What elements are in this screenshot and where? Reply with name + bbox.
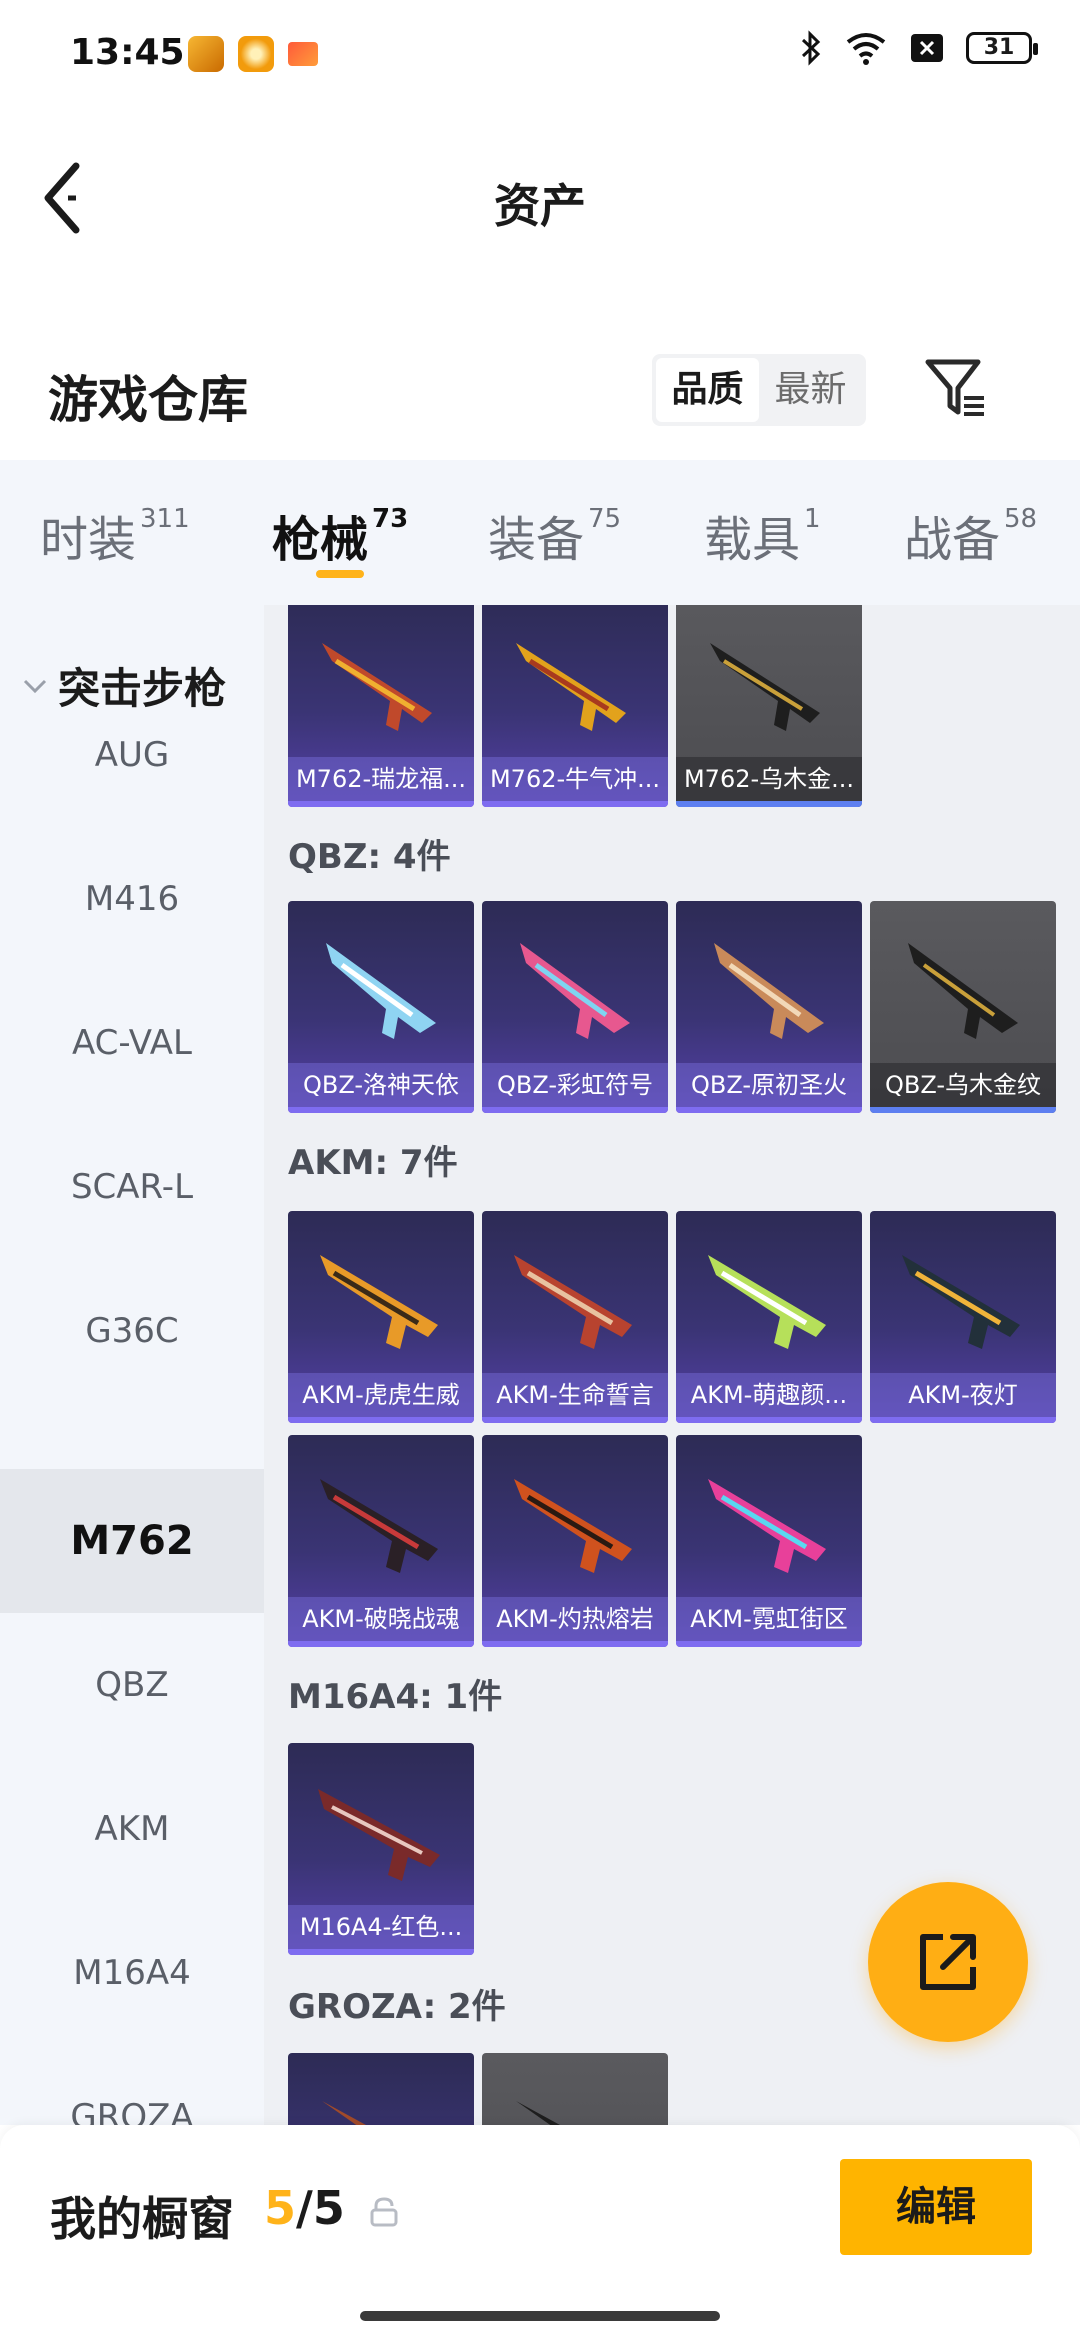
card-quality-bar [870,1417,1056,1423]
weapon-card[interactable]: M762-牛气冲... [482,605,668,807]
card-quality-bar [482,1641,668,1647]
weapon-card[interactable]: QBZ-乌木金纹 [870,901,1056,1113]
external-link-icon [920,1934,976,1990]
rifle-skin-icon [516,643,626,731]
card-quality-bar [482,1107,668,1113]
card-quality-bar [676,1417,862,1423]
section-label-akm: AKM: 7件 [288,1143,458,1183]
sidebar-item-g36c[interactable]: G36C [0,1259,264,1403]
weapon-card[interactable]: AKM-破晓战魂 [288,1435,474,1647]
weapon-card[interactable]: AKM-夜灯 [870,1211,1056,1423]
card-quality-bar [288,1641,474,1647]
tab-vehicles[interactable]: 载具 1 [704,500,821,570]
battery-indicator: 31 [966,32,1038,64]
rifle-skin-icon [714,943,824,1039]
home-indicator[interactable] [360,2311,720,2321]
showcase-label: 我的橱窗 [50,2192,234,2246]
section-label-qbz: QBZ: 4件 [288,837,451,877]
card-quality-bar [676,1641,862,1647]
card-quality-bar [288,1949,474,1955]
weapon-card[interactable] [482,2053,668,2125]
rifle-skin-icon [320,1479,438,1573]
wifi-icon [846,33,886,65]
rifle-skin-icon [318,1789,440,1881]
rifle-skin-icon [322,2101,366,2125]
weapon-card[interactable]: M762-瑞龙福... [288,605,474,807]
sim-off-icon [911,34,943,62]
weapon-card[interactable]: AKM-萌趣颜... [676,1211,862,1423]
rifle-skin-icon [514,1479,632,1573]
sidebar-item-scar-l[interactable]: SCAR-L [0,1115,264,1259]
rifle-skin-icon [514,1255,632,1349]
weapon-card[interactable]: AKM-霓虹街区 [676,1435,862,1647]
card-quality-bar [288,1417,474,1423]
lock-icon [370,2197,398,2227]
rifle-skin-icon [326,943,436,1039]
sidebar-item-aug[interactable]: AUG [0,683,264,827]
weapon-sidebar: 突击步枪 AUG M416 AC-VAL SCAR-L G36C M762 QB… [0,605,264,2125]
rifle-skin-icon [708,1479,826,1573]
sidebar-item-akm[interactable]: AKM [0,1757,264,1901]
share-button[interactable] [868,1882,1028,2042]
status-time: 13:45 [70,32,185,73]
tab-costume[interactable]: 时装 311 [40,500,190,570]
rifle-skin-icon [708,1255,826,1349]
sort-latest-button[interactable]: 最新 [759,358,862,422]
tab-firearms[interactable]: 枪械 73 [272,500,408,570]
filter-icon[interactable] [922,354,992,426]
section-label-groza: GROZA: 2件 [288,1987,506,2027]
active-tab-indicator [316,570,364,578]
rifle-skin-icon [908,943,1018,1039]
bluetooth-icon [801,30,821,66]
rifle-skin-icon [320,1255,438,1349]
warehouse-bar: 游戏仓库 品质 最新 [0,340,1080,460]
weapon-card[interactable]: AKM-虎虎生威 [288,1211,474,1423]
header: 资产 [0,110,1080,280]
weapon-card[interactable]: QBZ-原初圣火 [676,901,862,1113]
warehouse-title: 游戏仓库 [48,371,248,429]
showcase-count: 5/5 [264,2181,345,2235]
sort-toggle: 品质 最新 [652,354,866,426]
card-quality-bar [676,801,862,807]
weapon-card[interactable]: AKM-生命誓言 [482,1211,668,1423]
sidebar-item-m416[interactable]: M416 [0,827,264,971]
card-quality-bar [288,801,474,807]
rifle-skin-icon [520,943,630,1039]
tab-battle-gear[interactable]: 战备 58 [904,500,1037,570]
sidebar-item-qbz[interactable]: QBZ [0,1613,264,1757]
weapon-card[interactable]: M762-乌木金... [676,605,862,807]
sidebar-item-m16a4[interactable]: M16A4 [0,1901,264,2045]
weapon-card[interactable] [288,2053,474,2125]
card-quality-bar [288,1107,474,1113]
showcase-bar: 我的橱窗 5/5 编辑 [0,2125,1080,2340]
system-icons: 31 [800,30,1038,66]
weapon-card[interactable]: M16A4-红色... [288,1743,474,1955]
section-label-m16a4: M16A4: 1件 [288,1677,503,1717]
category-tabs: 时装 311 枪械 73 装备 75 载具 1 战备 58 [0,460,1080,605]
sidebar-item-groza[interactable]: GROZA [0,2045,264,2125]
rifle-skin-icon [322,643,432,731]
sidebar-item-ac-val[interactable]: AC-VAL [0,971,264,1115]
game-app-icon [188,36,224,72]
sidebar-item-m762[interactable]: M762 [0,1469,264,1613]
page-title: 资产 [494,179,586,233]
card-quality-bar [870,1107,1056,1113]
rifle-skin-icon [710,643,820,731]
card-quality-bar [676,1107,862,1113]
game-app-icon [238,36,274,72]
tab-equipment[interactable]: 装备 75 [488,500,621,570]
weapon-card[interactable]: AKM-灼热熔岩 [482,1435,668,1647]
rifle-skin-icon [516,2101,560,2125]
weapon-card[interactable]: QBZ-洛神天依 [288,901,474,1113]
rifle-skin-icon [902,1255,1020,1349]
sort-quality-button[interactable]: 品质 [656,358,759,422]
card-quality-bar [482,1417,668,1423]
weapon-card[interactable]: QBZ-彩虹符号 [482,901,668,1113]
game-controller-icon [288,42,318,66]
edit-button[interactable]: 编辑 [840,2159,1032,2255]
card-quality-bar [482,801,668,807]
status-bar: 13:45 31 [0,0,1080,110]
notification-icons [188,36,318,72]
